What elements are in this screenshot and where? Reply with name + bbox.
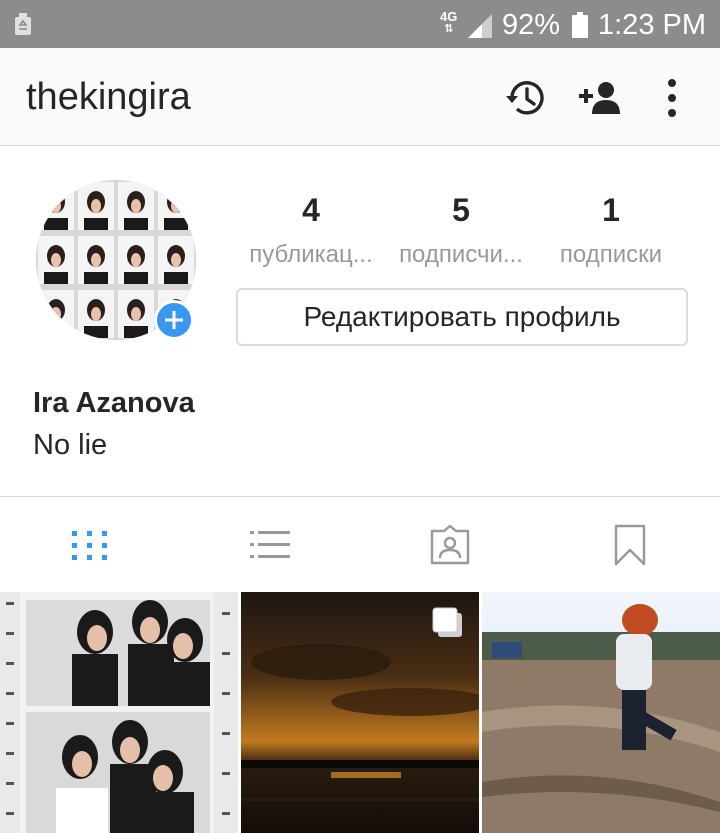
photo-girl-jumping[interactable] bbox=[482, 592, 720, 833]
data-arrows-icon: ⇅ bbox=[444, 23, 454, 35]
grid-icon[interactable] bbox=[68, 523, 112, 567]
profile-full-name: Ira Azanova bbox=[33, 387, 195, 419]
add-story-plus-icon[interactable] bbox=[154, 300, 194, 340]
history-icon[interactable] bbox=[502, 74, 550, 122]
photo-grid bbox=[0, 592, 720, 833]
more-vertical-icon[interactable] bbox=[650, 74, 698, 122]
stat-following[interactable]: 1 подписки bbox=[536, 190, 686, 270]
stat-followers[interactable]: 5 подписчи... bbox=[386, 190, 536, 270]
profile-username: thekingira bbox=[26, 76, 191, 118]
multiple-photos-icon bbox=[432, 607, 462, 637]
signal-icon bbox=[468, 14, 492, 38]
stat-posts[interactable]: 4 публикац... bbox=[236, 190, 386, 270]
edit-profile-button[interactable]: Редактировать профиль bbox=[236, 288, 688, 346]
photo-sunset-lake[interactable] bbox=[241, 592, 479, 833]
network-indicator: 4G ⇅ bbox=[440, 10, 457, 35]
profile-tab-bar bbox=[0, 496, 720, 592]
network-type: 4G bbox=[440, 9, 458, 24]
recycle-icon bbox=[15, 13, 31, 35]
bookmark-icon[interactable] bbox=[608, 523, 652, 567]
posts-label: публикац... bbox=[249, 241, 373, 268]
photo-girls-film-strip[interactable] bbox=[0, 592, 238, 833]
following-count: 1 bbox=[602, 192, 620, 228]
clock: 1:23 PM bbox=[598, 9, 706, 41]
add-user-icon[interactable] bbox=[576, 74, 624, 122]
posts-count: 4 bbox=[302, 192, 320, 228]
following-label: подписки bbox=[559, 241, 663, 268]
app-bar: thekingira bbox=[0, 48, 720, 146]
list-icon[interactable] bbox=[248, 523, 292, 567]
followers-label: подписчи... bbox=[399, 241, 523, 268]
tagged-icon[interactable] bbox=[428, 523, 472, 567]
status-bar: 4G ⇅ 92% 1:23 PM bbox=[0, 0, 720, 48]
battery-icon bbox=[572, 12, 588, 38]
battery-percent: 92% bbox=[502, 9, 561, 41]
profile-bio: No lie bbox=[33, 429, 108, 461]
followers-count: 5 bbox=[452, 192, 470, 228]
